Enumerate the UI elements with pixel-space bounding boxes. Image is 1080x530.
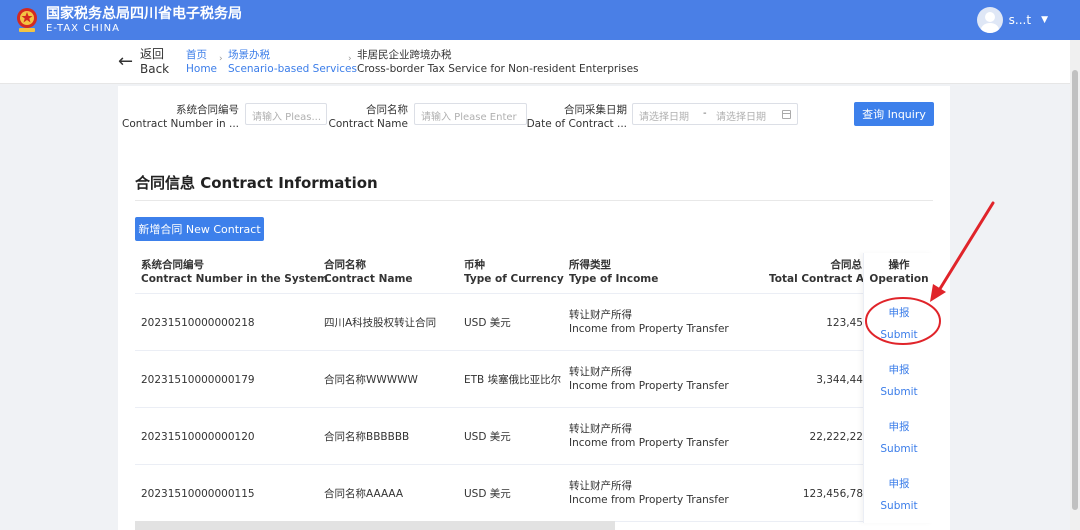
breadcrumb-separator-icon: ›: [219, 54, 223, 64]
header-income-type: 所得类型 Type of Income: [569, 259, 659, 285]
breadcrumb-bar: ← 返回 Back 首页 Home › 场景办税 Scenario-based …: [0, 40, 1070, 84]
header-total-amount: 合同总 Total Contract Amc: [769, 259, 863, 285]
scrollbar-thumb[interactable]: [1072, 70, 1078, 510]
contract-number-label: 系统合同编号 Contract Number in ...: [122, 104, 239, 130]
cell-total-amount: 3,344,44: [816, 374, 863, 386]
breadcrumb-home[interactable]: 首页 Home: [186, 48, 217, 76]
contract-date-label: 合同采集日期 Date of Contract ...: [526, 104, 627, 130]
header-currency: 币种 Type of Currency: [464, 259, 564, 285]
breadcrumb-home-en: Home: [186, 63, 218, 75]
contract-number-input[interactable]: 请输入 Pleas...: [245, 103, 327, 125]
cell-contract-name: 合同名称BBBBBB: [324, 431, 410, 443]
date-range-separator: -: [703, 108, 707, 119]
cell-contract-number: 20231510000000218: [141, 317, 255, 329]
breadcrumb-separator-icon: ›: [348, 54, 352, 64]
breadcrumb-current: 非居民企业跨境办税 Cross-border Tax Service for N…: [357, 48, 639, 76]
cell-income-type: 转让财产所得 Income from Property Transfer: [569, 480, 729, 506]
submit-link-row-4[interactable]: 申报 Submit: [864, 477, 934, 513]
new-contract-button[interactable]: 新增合同 New Contract: [135, 217, 264, 241]
cell-total-amount: 123,456,78: [802, 488, 863, 500]
cell-income-type: 转让财产所得 Income from Property Transfer: [569, 309, 729, 335]
cell-contract-number: 20231510000000115: [141, 488, 255, 500]
user-name: s...t: [1008, 13, 1032, 27]
cell-contract-name: 合同名称AAAAA: [324, 488, 404, 500]
breadcrumb-current-cn: 非居民企业跨境办税: [357, 49, 452, 61]
date-end-placeholder: 请选择日期: [716, 112, 766, 123]
back-link-cn[interactable]: 返回: [140, 47, 164, 61]
header-contract-number: 系统合同编号 Contract Number in the System: [141, 259, 328, 285]
cell-contract-name: 合同名称WWWWW: [324, 374, 418, 386]
inquiry-button[interactable]: 查询 Inquiry: [854, 102, 934, 126]
submit-link-row-2[interactable]: 申报 Submit: [864, 363, 934, 399]
top-bar: 国家税务总局四川省电子税务局 E-TAX CHINA s...t ▼: [0, 0, 1080, 40]
date-start-placeholder: 请选择日期: [639, 112, 689, 123]
chevron-down-icon: ▼: [1041, 15, 1048, 25]
brand-title: 国家税务总局四川省电子税务局: [46, 6, 242, 22]
back-arrow-icon[interactable]: ←: [118, 51, 133, 72]
table-row: 20231510000000120 合同名称BBBBBB USD 美元 转让财产…: [135, 408, 933, 465]
submit-link-row-1[interactable]: 申报 Submit: [864, 306, 934, 342]
contract-name-input[interactable]: 请输入 Please Enter: [414, 103, 527, 125]
operation-column: 操作 Operation 申报 Submit 申报 Submit 申报 Submi…: [863, 253, 933, 523]
cell-total-amount: 22,222,22: [809, 431, 863, 443]
cell-contract-number: 20231510000000179: [141, 374, 255, 386]
table-horizontal-scrollbar[interactable]: [135, 521, 615, 530]
tax-emblem-icon: [17, 8, 37, 32]
calendar-icon[interactable]: [782, 110, 791, 119]
breadcrumb-scenario-cn: 场景办税: [228, 49, 270, 61]
breadcrumb-scenario-en: Scenario-based Services: [228, 63, 357, 75]
breadcrumb-scenario[interactable]: 场景办税 Scenario-based Services: [228, 48, 357, 76]
page-scrollbar[interactable]: [1070, 40, 1080, 530]
cell-income-type: 转让财产所得 Income from Property Transfer: [569, 366, 729, 392]
table-header: 系统合同编号 Contract Number in the System 合同名称…: [135, 253, 933, 294]
user-menu[interactable]: s...t ▼: [976, 7, 1048, 33]
header-contract-name: 合同名称 Contract Name: [324, 259, 413, 285]
section-divider: [135, 200, 933, 201]
breadcrumb-home-cn: 首页: [186, 49, 207, 61]
brand-subtitle: E-TAX CHINA: [46, 23, 120, 34]
contract-name-label: 合同名称 Contract Name: [328, 104, 408, 130]
back-link-en[interactable]: Back: [140, 62, 169, 76]
table-row: 20231510000000115 合同名称AAAAA USD 美元 转让财产所…: [135, 465, 933, 522]
header-operation: 操作 Operation: [869, 259, 929, 285]
contract-date-range-input[interactable]: 请选择日期: [632, 103, 798, 125]
breadcrumb-current-en: Cross-border Tax Service for Non-residen…: [357, 63, 639, 75]
avatar: [976, 7, 1003, 33]
cell-currency: ETB 埃塞俄比亚比尔: [464, 374, 562, 386]
cell-total-amount: 123,45: [826, 317, 863, 329]
cell-contract-number: 20231510000000120: [141, 431, 255, 443]
table-row: 20231510000000218 四川A科技股权转让合同 USD 美元 转让财…: [135, 294, 933, 351]
cell-contract-name: 四川A科技股权转让合同: [324, 317, 437, 329]
cell-income-type: 转让财产所得 Income from Property Transfer: [569, 423, 729, 449]
section-title: 合同信息 Contract Information: [135, 174, 378, 192]
contract-card: 系统合同编号 Contract Number in ... 请输入 Pleas.…: [118, 86, 950, 530]
table-row: 20231510000000179 合同名称WWWWW ETB 埃塞俄比亚比尔 …: [135, 351, 933, 408]
cell-currency: USD 美元: [464, 488, 511, 500]
submit-link-row-3[interactable]: 申报 Submit: [864, 420, 934, 456]
cell-currency: USD 美元: [464, 317, 511, 329]
cell-currency: USD 美元: [464, 431, 511, 443]
